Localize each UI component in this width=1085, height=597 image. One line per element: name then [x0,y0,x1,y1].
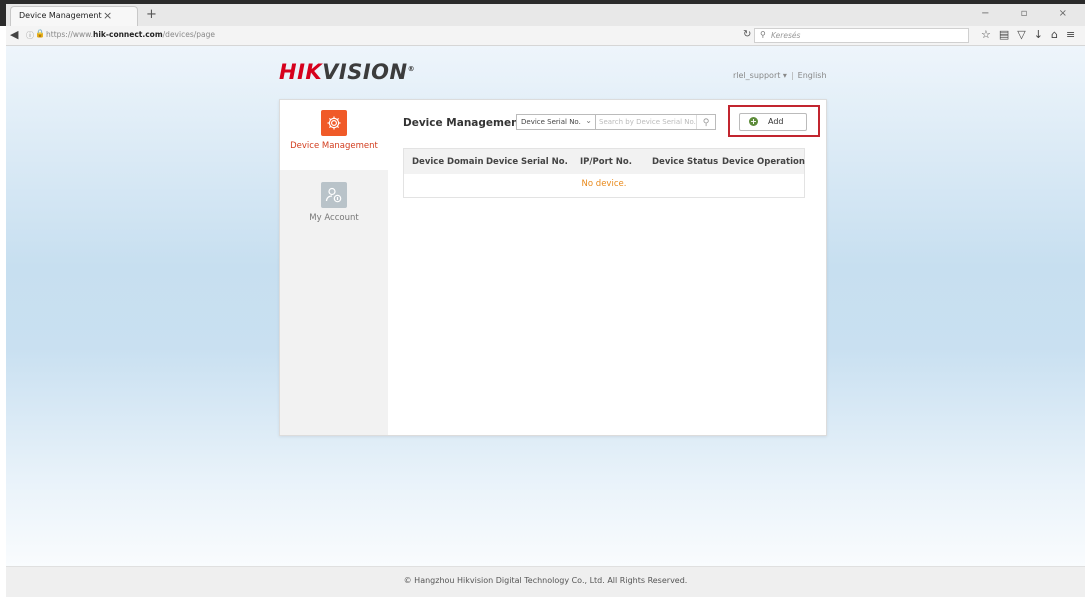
serial-search-input[interactable]: Search by Device Serial No. ⚲ [596,114,716,130]
search-icon: ⚲ [702,118,710,128]
tab-strip: Device Management × + − ▫ × [6,4,1085,26]
tab-bar: Device Management × + − ▫ × [0,0,1085,26]
column-header: Device Status [652,157,719,167]
empty-table-message: No device. [581,179,627,189]
info-icon[interactable]: ⓘ [26,30,34,41]
url-prefix: https://www. [46,30,93,39]
tab-title: Device Management [19,11,102,20]
copyright-text: © Hangzhou Hikvision Digital Technology … [403,576,688,585]
main-panel: Device Management My Account Device Mana… [279,99,827,436]
star-icon[interactable]: ☆ [981,28,991,41]
tab-device-management[interactable]: Device Management × [10,6,138,26]
account-icon [321,182,347,208]
logo-registered: ® [407,65,416,73]
column-header: IP/Port No. [580,157,632,167]
browser-search-input[interactable]: ⚲ Keresés [754,28,969,43]
url-domain: hik-connect.com [92,30,163,39]
device-table: Device Domain Device Serial No. IP/Port … [403,148,805,198]
sidebar: Device Management My Account [280,100,388,435]
column-header: Device Domain [412,157,484,167]
window-controls[interactable]: − ▫ × [981,8,1081,19]
language-switch[interactable]: English [798,71,827,80]
new-tab-icon[interactable]: + [146,7,157,22]
close-tab-icon[interactable]: × [103,9,112,22]
menu-icon[interactable]: ≡ [1066,28,1075,41]
serial-search-placeholder: Search by Device Serial No. [599,118,696,126]
reading-list-icon[interactable]: ▤ [999,28,1009,41]
separator: | [790,71,794,80]
chevron-down-icon: ⌄ [585,116,592,125]
back-arrow-icon[interactable]: ◀ [10,28,18,41]
download-icon[interactable]: ↓ [1034,28,1043,41]
user-menu: rlel_support ▾ | English [733,71,827,80]
search-type-value: Device Serial No. [521,118,581,126]
logo-vision: VISION [322,60,408,84]
username-dropdown[interactable]: rlel_support ▾ [733,71,787,80]
address-bar[interactable]: https://www.hik-connect.com/devices/page [46,30,215,39]
hikvision-logo: HIKVISION® [279,60,415,84]
logo-hik: HIK [279,60,323,84]
footer: © Hangzhou Hikvision Digital Technology … [6,566,1085,597]
caret-down-icon: ▾ [782,71,787,80]
toolbar-icons: ☆ ▤ ▽ ↓ ⌂ ≡ [981,28,1083,41]
column-header: Device Serial No. [486,157,568,167]
gear-icon [321,110,347,136]
add-label: Add [768,117,784,126]
home-icon[interactable]: ⌂ [1051,28,1058,41]
plus-circle-icon: + [749,117,758,126]
page-title: Device Management [403,117,524,129]
browser-search-placeholder: Keresés [771,31,801,40]
add-device-button[interactable]: + Add [739,113,807,131]
search-button[interactable]: ⚲ [696,115,715,129]
lock-icon: 🔒 [35,29,45,38]
sidebar-item-my-account[interactable]: My Account [280,172,388,232]
username: rlel_support [733,71,781,80]
search-icon: ⚲ [760,30,766,39]
sidebar-item-device-management[interactable]: Device Management [280,100,388,170]
sidebar-item-label: Device Management [290,141,378,151]
pocket-icon[interactable]: ▽ [1017,28,1025,41]
reload-icon[interactable]: ↻ [743,29,751,40]
content-area: Device Management Device Serial No. ⌄ Se… [388,100,826,435]
page-body: HIKVISION® rlel_support ▾ | English Devi… [6,46,1085,597]
url-path: /devices/page [162,30,215,39]
table-header: Device Domain Device Serial No. IP/Port … [404,149,805,174]
column-header: Device Operation [722,157,805,167]
browser-window: Device Management × + − ▫ × ◀ ⓘ 🔒 https:… [0,0,1085,597]
sidebar-item-label: My Account [309,213,359,223]
search-type-select[interactable]: Device Serial No. ⌄ [516,114,596,130]
navigation-bar: ◀ ⓘ 🔒 https://www.hik-connect.com/device… [6,26,1085,46]
